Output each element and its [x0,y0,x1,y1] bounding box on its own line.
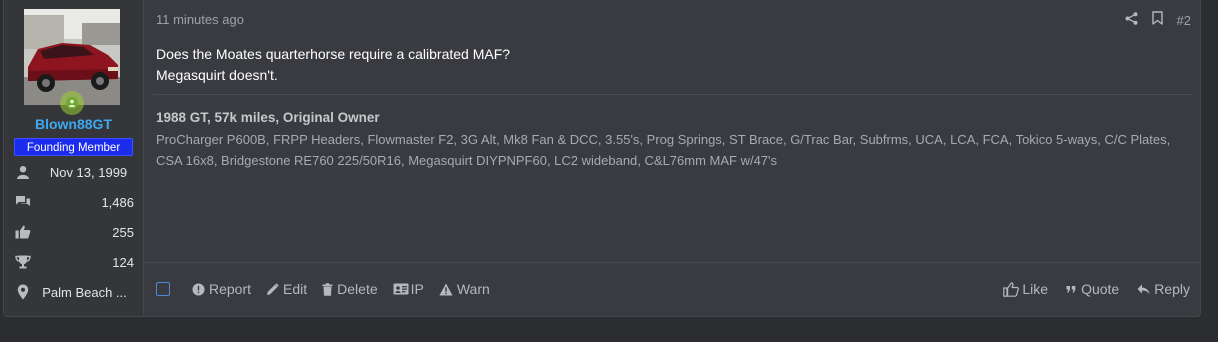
post-actions-left: Report Edit Delete IP Warn [156,281,505,297]
quote-button[interactable]: Quote [1066,281,1119,297]
stat-reactions-value: 255 [112,224,134,240]
stat-joined-value: Nov 13, 1999 [49,164,128,180]
user-sidebar: Blown88GT Founding Member Nov 13, 1999 1… [4,0,144,316]
user-icon [14,164,32,180]
stat-joined: Nov 13, 1999 [4,161,143,183]
delete-button[interactable]: Delete [322,281,378,297]
ip-label: IP [410,281,424,297]
thumbs-up-outline-icon [1003,281,1022,297]
messages-icon [14,194,32,210]
edit-button[interactable]: Edit [266,281,307,297]
stat-messages-value: 1,486 [101,194,134,210]
like-label: Like [1022,281,1049,297]
post-number-link[interactable]: #2 [1177,13,1191,28]
id-card-icon [393,283,411,295]
trash-icon [322,282,337,296]
signature-divider [153,94,1192,95]
post-timestamp[interactable]: 11 minutes ago [156,12,244,27]
location-pin-icon [14,284,32,300]
select-post-checkbox[interactable] [156,282,170,296]
post-actions-right: Like Quote Reply [985,281,1190,297]
ip-button[interactable]: IP [393,281,424,297]
warn-button[interactable]: Warn [439,281,490,297]
post-message-body: Does the Moates quarterhorse require a c… [156,44,510,86]
username-link[interactable]: Blown88GT [4,116,143,132]
stat-points-value: 124 [112,254,134,270]
stat-location: Palm Beach ... [4,281,143,303]
signature-title: 1988 GT, 57k miles, Original Owner [156,110,380,125]
reply-button[interactable]: Reply [1137,281,1190,297]
post-body-line: Does the Moates quarterhorse require a c… [156,46,511,62]
post-body-line: Megasquirt doesn't. [156,67,278,83]
signature-text: ProCharger P600B, FRPP Headers, Flowmast… [156,132,1171,168]
reply-label: Reply [1154,281,1190,297]
stat-points: 124 [4,251,143,273]
report-label: Report [209,281,252,297]
bookmark-icon[interactable] [1151,11,1163,30]
reply-arrow-icon [1137,284,1154,295]
share-icon[interactable] [1125,11,1138,30]
warn-label: Warn [456,281,490,297]
action-bar-divider [144,262,1200,263]
report-icon [192,283,209,296]
trophy-icon [14,254,32,270]
like-button[interactable]: Like [1003,281,1048,297]
edit-label: Edit [283,281,308,297]
stat-reactions: 255 [4,221,143,243]
thumbs-up-icon [14,224,32,240]
user-banner: Founding Member [14,138,133,156]
warning-icon [439,283,457,296]
online-status-indicator [60,91,84,115]
online-user-icon [66,97,78,109]
stat-messages: 1,486 [4,191,143,213]
post-container: Blown88GT Founding Member Nov 13, 1999 1… [3,0,1201,317]
quote-label: Quote [1081,281,1120,297]
quote-icon [1066,285,1081,293]
report-button[interactable]: Report [192,281,251,297]
pencil-icon [266,282,283,296]
stat-location-value[interactable]: Palm Beach ... [36,285,133,300]
delete-label: Delete [337,281,378,297]
post-tools: #2 [1125,11,1191,30]
